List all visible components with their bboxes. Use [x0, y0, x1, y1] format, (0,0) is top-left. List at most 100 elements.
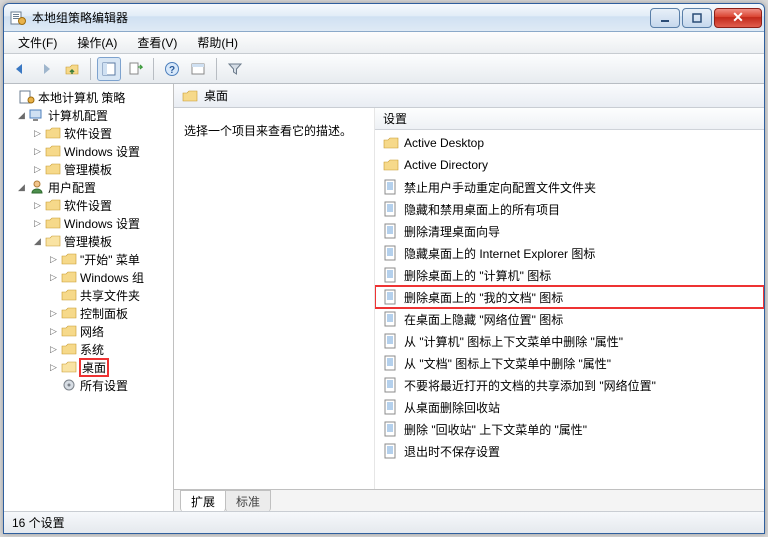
expand-icon[interactable]: ▷: [48, 254, 59, 265]
tree-item[interactable]: 软件设置: [64, 197, 112, 214]
list-policy[interactable]: 删除桌面上的 "计算机" 图标: [375, 264, 764, 286]
svg-text:?: ?: [169, 65, 175, 76]
menu-file[interactable]: 文件(F): [8, 32, 67, 53]
column-header-settings[interactable]: 设置: [375, 108, 764, 130]
list-policy[interactable]: 从桌面删除回收站: [375, 396, 764, 418]
export-button[interactable]: [123, 57, 147, 81]
show-tree-button[interactable]: [97, 57, 121, 81]
policy-tree[interactable]: 本地计算机 策略 ◢ 计算机配置 ▷ 软件设置 ▷ Windows 设置 ▷ 管理模板: [4, 88, 173, 394]
settings-list[interactable]: 设置 Active Desktop Active Directory 禁止用户手动重…: [374, 108, 764, 489]
tree-item[interactable]: 管理模板: [64, 161, 112, 178]
folder-icon: [45, 125, 61, 141]
forward-button[interactable]: [34, 57, 58, 81]
folder-icon: [182, 88, 198, 104]
list-item-label: Active Directory: [404, 158, 488, 172]
minimize-button[interactable]: [650, 8, 680, 28]
list-folder[interactable]: Active Desktop: [375, 132, 764, 154]
collapse-icon[interactable]: ◢: [16, 110, 27, 121]
content-header: 桌面: [174, 84, 764, 108]
back-button[interactable]: [8, 57, 32, 81]
list-policy[interactable]: 从 "文档" 图标上下文菜单中删除 "属性": [375, 352, 764, 374]
list-policy[interactable]: 隐藏和禁用桌面上的所有项目: [375, 198, 764, 220]
list-folder[interactable]: Active Directory: [375, 154, 764, 176]
properties-button[interactable]: [186, 57, 210, 81]
expand-icon[interactable]: ▷: [32, 128, 43, 139]
tree-item[interactable]: Windows 设置: [64, 215, 140, 232]
expand-icon[interactable]: ▷: [32, 218, 43, 229]
tab-standard[interactable]: 标准: [225, 490, 271, 511]
tree-item[interactable]: 共享文件夹: [80, 287, 140, 304]
description-column: 选择一个项目来查看它的描述。: [174, 108, 374, 489]
content-title: 桌面: [204, 87, 228, 104]
list-policy[interactable]: 隐藏桌面上的 Internet Explorer 图标: [375, 242, 764, 264]
list-item-label: 禁止用户手动重定向配置文件文件夹: [404, 179, 596, 196]
tree-item[interactable]: 网络: [80, 323, 104, 340]
collapse-icon[interactable]: ◢: [32, 236, 43, 247]
expand-icon[interactable]: ▷: [48, 344, 59, 355]
view-tabs: 扩展 标准: [174, 489, 764, 511]
expand-icon[interactable]: ▷: [32, 200, 43, 211]
folder-icon: [45, 197, 61, 213]
main-body: 本地计算机 策略 ◢ 计算机配置 ▷ 软件设置 ▷ Windows 设置 ▷ 管理模板: [4, 84, 764, 511]
list-item-label: 删除清理桌面向导: [404, 223, 500, 240]
menu-view[interactable]: 查看(V): [127, 32, 187, 53]
tree-item[interactable]: "开始" 菜单: [80, 251, 140, 268]
content-body: 选择一个项目来查看它的描述。 设置 Active Desktop Active D…: [174, 108, 764, 489]
tree-user-config[interactable]: 用户配置: [48, 179, 96, 196]
tree-root[interactable]: 本地计算机 策略: [38, 89, 125, 106]
folder-icon: [45, 143, 61, 159]
tree-item[interactable]: 所有设置: [80, 377, 128, 394]
tree-computer-config[interactable]: 计算机配置: [48, 107, 108, 124]
window-title: 本地组策略编辑器: [32, 9, 648, 26]
filter-button[interactable]: [223, 57, 247, 81]
policy-root-icon: [19, 89, 35, 105]
list-item-label: 删除 "回收站" 上下文菜单的 "属性": [404, 421, 587, 438]
tree-item[interactable]: 控制面板: [80, 305, 128, 322]
tree-item[interactable]: 管理模板: [64, 233, 112, 250]
close-button[interactable]: ✕: [714, 8, 762, 28]
expand-icon[interactable]: ▷: [48, 308, 59, 319]
expand-icon[interactable]: ▷: [32, 146, 43, 157]
tree-item[interactable]: Windows 组: [80, 269, 144, 286]
list-policy[interactable]: 删除 "回收站" 上下文菜单的 "属性": [375, 418, 764, 440]
app-window: 本地组策略编辑器 ✕ 文件(F) 操作(A) 查看(V) 帮助(H) ?: [3, 3, 765, 534]
menu-action[interactable]: 操作(A): [67, 32, 127, 53]
help-button[interactable]: ?: [160, 57, 184, 81]
tree-item[interactable]: Windows 设置: [64, 143, 140, 160]
list-policy[interactable]: 在桌面上隐藏 "网络位置" 图标: [375, 308, 764, 330]
description-prompt: 选择一个项目来查看它的描述。: [184, 122, 364, 139]
statusbar: 16 个设置: [4, 511, 764, 533]
folder-icon: [61, 287, 77, 303]
list-policy[interactable]: 删除桌面上的 "我的文档" 图标: [375, 286, 764, 308]
titlebar[interactable]: 本地组策略编辑器 ✕: [4, 4, 764, 32]
tree-desktop[interactable]: 桌面: [80, 359, 108, 376]
list-policy[interactable]: 退出时不保存设置: [375, 440, 764, 462]
tree-pane[interactable]: 本地计算机 策略 ◢ 计算机配置 ▷ 软件设置 ▷ Windows 设置 ▷ 管理模板: [4, 84, 174, 511]
settings-icon: [61, 377, 77, 393]
expand-icon[interactable]: ▷: [48, 362, 59, 373]
collapse-icon[interactable]: ◢: [16, 182, 27, 193]
list-item-label: 删除桌面上的 "我的文档" 图标: [404, 289, 563, 306]
folder-icon: [61, 251, 77, 267]
status-count: 16 个设置: [12, 514, 65, 531]
tree-item[interactable]: 系统: [80, 341, 104, 358]
maximize-button[interactable]: [682, 8, 712, 28]
menubar: 文件(F) 操作(A) 查看(V) 帮助(H): [4, 32, 764, 54]
expand-icon[interactable]: [6, 92, 17, 103]
toolbar-separator: [216, 58, 217, 80]
folder-open-icon: [45, 233, 61, 249]
list-policy[interactable]: 不要将最近打开的文档的共享添加到 "网络位置": [375, 374, 764, 396]
tree-item[interactable]: 软件设置: [64, 125, 112, 142]
expand-icon[interactable]: ▷: [48, 326, 59, 337]
list-policy[interactable]: 从 "计算机" 图标上下文菜单中删除 "属性": [375, 330, 764, 352]
list-item-label: 隐藏桌面上的 Internet Explorer 图标: [404, 245, 595, 262]
up-button[interactable]: [60, 57, 84, 81]
expand-icon[interactable]: ▷: [48, 272, 59, 283]
menu-help[interactable]: 帮助(H): [187, 32, 248, 53]
user-config-icon: [29, 179, 45, 195]
expand-icon[interactable]: ▷: [32, 164, 43, 175]
list-policy[interactable]: 禁止用户手动重定向配置文件文件夹: [375, 176, 764, 198]
list-policy[interactable]: 删除清理桌面向导: [375, 220, 764, 242]
tab-extended[interactable]: 扩展: [180, 490, 226, 511]
folder-icon: [45, 161, 61, 177]
